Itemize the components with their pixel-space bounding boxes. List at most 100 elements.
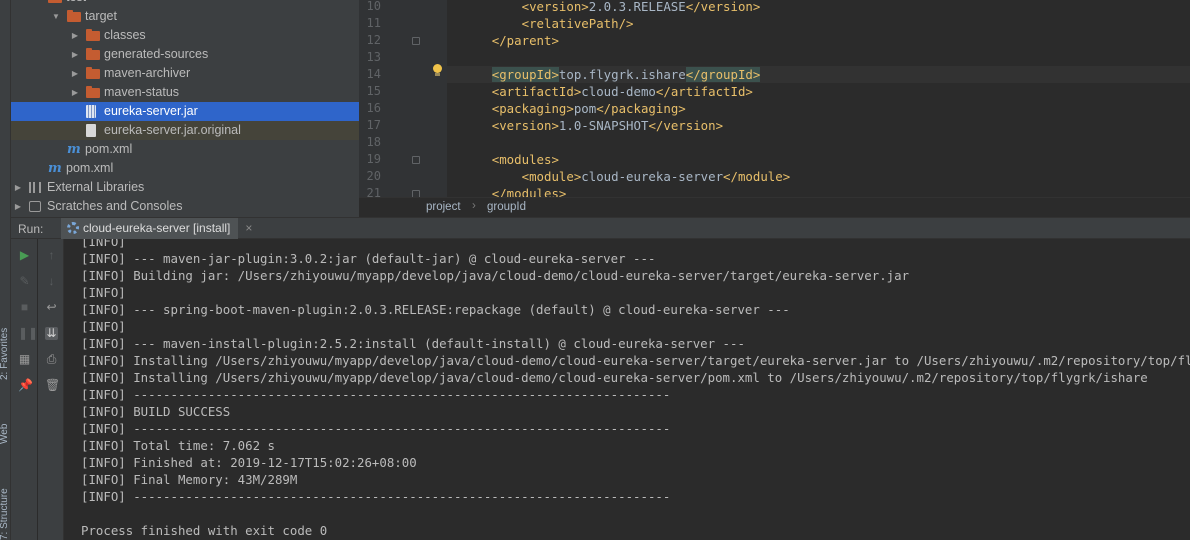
xml-text: cloud-eureka-server (581, 169, 724, 184)
folder-icon (86, 29, 100, 41)
code-line: <module>cloud-eureka-server</module> (447, 168, 791, 185)
xml-tag: <artifactId> (491, 84, 582, 99)
folder-icon (86, 48, 100, 60)
chevron-right-icon[interactable]: ▶ (70, 26, 80, 45)
line-number: 10 (366, 0, 381, 13)
tree-item-label: classes (104, 28, 146, 42)
tree-item-label: maven-archiver (104, 66, 191, 80)
xml-text: 1.0-SNAPSHOT (558, 118, 649, 133)
up-arrow-icon[interactable]: ↑ (45, 249, 58, 262)
tree-item-scratches-and-consoles[interactable]: ▶ Scratches and Consoles (11, 197, 359, 216)
close-icon[interactable]: × (245, 218, 252, 239)
code-line: <packaging>pom</packaging> (447, 100, 686, 117)
line-number: 14 (366, 67, 381, 81)
folder-icon (86, 86, 100, 98)
tree-item-pom-xml[interactable]: m pom.xml (11, 140, 359, 159)
tree-item-target[interactable]: ▼ target (11, 7, 359, 26)
tree-item-label: Scratches and Consoles (47, 199, 183, 213)
code-editor[interactable]: <version>2.0.3.RELEASE</version> <relati… (447, 0, 1190, 197)
xml-tag: <relativePath/> (521, 16, 634, 31)
console-line: [INFO] --- maven-install-plugin:2.5.2:in… (81, 336, 745, 351)
chevron-down-icon[interactable]: ▼ (51, 7, 61, 26)
console-line: [INFO] BUILD SUCCESS (81, 404, 231, 419)
code-line: <groupId>top.flygrk.ishare</groupId> (447, 66, 1190, 83)
tree-item-label: test (66, 0, 86, 7)
bulb-glass (433, 64, 442, 73)
chevron-right-icon[interactable]: ▶ (13, 178, 23, 197)
xml-tag: </packaging> (596, 101, 686, 116)
xml-tag: </version> (685, 0, 761, 14)
run-tab-cloud-eureka-server[interactable]: cloud-eureka-server [install] × (61, 218, 252, 239)
jar-file-icon (86, 105, 96, 118)
console-line: [INFO] Finished at: 2019-12-17T15:02:26+… (81, 455, 417, 470)
line-number: 19 (366, 152, 381, 166)
run-toolbar-left: ▶ ✎ ■ ❚❚ ▦ 📌 (11, 239, 38, 540)
tree-item-eureka-server-jar-original[interactable]: eureka-server.jar.original (11, 121, 359, 140)
chevron-right-icon[interactable]: ▶ (70, 83, 80, 102)
run-toolbar-right: ↑ ↓ ↩ ⇊ ⎙ 🗑 (38, 239, 64, 540)
chevron-right-icon[interactable]: ▶ (70, 45, 80, 64)
scratches-icon (29, 201, 41, 212)
rerun-icon[interactable]: ▶ (18, 249, 31, 262)
maven-gear-icon (67, 222, 79, 234)
breadcrumb-item-groupid[interactable]: groupId (487, 201, 526, 213)
tree-item-maven-archiver[interactable]: ▶ maven-archiver (11, 64, 359, 83)
fold-marker-icon[interactable] (412, 156, 420, 164)
folder-icon (48, 0, 62, 3)
xml-text: pom (573, 101, 597, 116)
chevron-right-icon[interactable]: ▶ (13, 197, 23, 216)
scroll-to-end-icon[interactable]: ⇊ (45, 327, 58, 340)
stop-icon[interactable]: ■ (18, 301, 31, 314)
modify-run-config-icon[interactable]: ✎ (18, 275, 31, 288)
xml-text: 2.0.3.RELEASE (588, 0, 686, 14)
console-line: [INFO] ---------------------------------… (81, 489, 671, 504)
library-icon (29, 182, 41, 193)
fold-marker-icon[interactable] (412, 37, 420, 45)
intention-bulb-icon[interactable] (432, 64, 442, 77)
tree-item-test[interactable]: test (11, 0, 359, 7)
tree-item-classes[interactable]: ▶ classes (11, 26, 359, 45)
print-icon[interactable]: ⎙ (45, 353, 58, 366)
tree-item-maven-status[interactable]: ▶ maven-status (11, 83, 359, 102)
chevron-right-icon[interactable]: ▶ (70, 64, 80, 83)
pause-icon[interactable]: ❚❚ (18, 327, 38, 340)
console-line: [INFO] Final Memory: 43M/289M (81, 472, 298, 487)
pin-icon[interactable]: 📌 (18, 379, 33, 392)
down-arrow-icon[interactable]: ↓ (45, 275, 58, 288)
tree-item-label: eureka-server.jar (104, 104, 198, 118)
soft-wrap-icon[interactable]: ↩ (45, 301, 58, 314)
editor-gutter: 10 11 12 13 14 15 16 17 18 19 20 21 (359, 0, 447, 200)
xml-tag: </artifactId> (655, 84, 753, 99)
layout-icon[interactable]: ▦ (18, 353, 31, 366)
xml-tag: </parent> (491, 33, 559, 48)
left-tool-strip: 2: Favorites Web 7: Structure (0, 0, 11, 540)
tree-item-pom-xml[interactable]: m pom.xml (11, 159, 359, 178)
run-tool-window-header: Run: cloud-eureka-server [install] × (11, 217, 1190, 239)
folder-icon (67, 10, 81, 22)
xml-tag: <version> (521, 0, 589, 14)
tree-item-eureka-server-jar[interactable]: eureka-server.jar (11, 102, 359, 121)
run-label: Run: (18, 222, 44, 236)
line-number: 12 (366, 33, 381, 47)
line-number: 20 (366, 169, 381, 183)
bulb-base (435, 73, 440, 76)
file-icon (86, 124, 96, 137)
console-line: [INFO] (81, 239, 126, 249)
console-line: [INFO] Installing /Users/zhiyouwu/myapp/… (81, 370, 1148, 385)
tree-item-external-libraries[interactable]: ▶ External Libraries (11, 178, 359, 197)
breadcrumb-item-project[interactable]: project (426, 201, 461, 213)
console-line: Process finished with exit code 0 (81, 523, 328, 538)
console-line: [INFO] ---------------------------------… (81, 387, 671, 402)
tree-item-label: pom.xml (85, 142, 133, 156)
console-line: [INFO] --- spring-boot-maven-plugin:2.0.… (81, 302, 790, 317)
trash-icon[interactable]: 🗑 (45, 379, 60, 392)
breadcrumb-separator-icon: › (472, 200, 476, 212)
tree-item-generated-sources[interactable]: ▶ generated-sources (11, 45, 359, 64)
run-console-output[interactable]: [INFO] [INFO] --- maven-jar-plugin:3.0.2:… (64, 239, 1190, 540)
maven-icon: m (67, 142, 81, 157)
